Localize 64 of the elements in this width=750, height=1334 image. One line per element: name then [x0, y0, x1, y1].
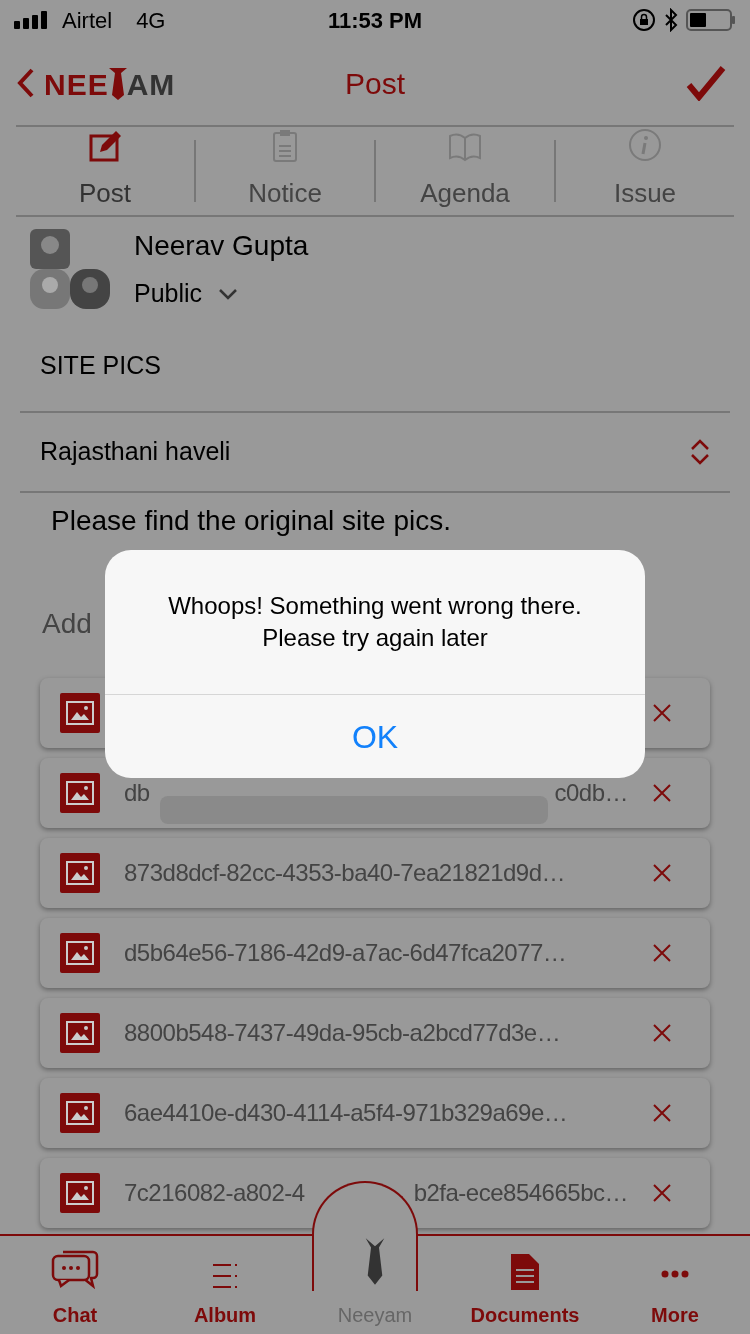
screen-title: Post: [345, 65, 405, 101]
alert-message: Whoops! Something went wrong there. Please try again later: [168, 591, 582, 653]
author-name: Neerav Gupta: [134, 229, 309, 264]
tie-icon: [108, 65, 127, 100]
image-icon: [60, 1173, 100, 1214]
file-name: 8800b548-7437-49da-95cb-a2bcd77d3e…: [124, 1021, 561, 1046]
bluetooth-icon: [664, 8, 678, 32]
tab[interactable]: Issue: [556, 127, 734, 215]
edit-icon: [88, 128, 122, 164]
ok-button[interactable]: OK: [105, 694, 645, 778]
attachment-row[interactable]: d5b64e56-7186-42d9-a7ac-6d47fca2077…: [40, 918, 710, 989]
document-icon: [511, 1254, 539, 1290]
image-icon: [60, 933, 100, 974]
logo-text: AM: [126, 69, 176, 100]
remove-icon[interactable]: [652, 1023, 672, 1044]
image-icon: [60, 853, 100, 894]
attachment-row[interactable]: 8800b548-7437-49da-95cb-a2bcd77d3e…: [40, 998, 710, 1069]
remove-icon[interactable]: [652, 703, 672, 724]
image-icon: [60, 773, 100, 814]
more-icon: [661, 1270, 689, 1278]
network-type: 4G: [136, 6, 166, 35]
file-name: db: [124, 781, 150, 806]
remove-icon[interactable]: [652, 1103, 672, 1124]
logo-text: NEE: [44, 69, 109, 100]
tab-bar-item[interactable]: Chat: [0, 1236, 150, 1334]
back-icon[interactable]: [16, 66, 36, 99]
chat-icon: [51, 1250, 99, 1290]
tab[interactable]: Post: [16, 127, 194, 215]
remove-icon[interactable]: [652, 863, 672, 884]
remove-icon[interactable]: [652, 1183, 672, 1204]
attachment-row[interactable]: 6ae4410e-d430-4114-a5f4-971b329a69e…: [40, 1078, 710, 1149]
sort-chevrons-icon[interactable]: [690, 437, 710, 467]
remove-icon[interactable]: [652, 783, 672, 804]
info-icon: [628, 128, 662, 164]
message-text: Please find the original site pics.: [50, 504, 452, 538]
file-name: 7c216082-a802-4: [124, 1181, 305, 1206]
image-icon: [60, 1013, 100, 1054]
attachment-row[interactable]: 873d8dcf-82cc-4353-ba40-7ea21821d9d…: [40, 838, 710, 909]
remove-icon[interactable]: [652, 943, 672, 964]
battery-icon: [686, 8, 736, 32]
avatar-icon: [30, 229, 110, 309]
tab-bar-item[interactable]: More: [600, 1236, 750, 1334]
rotation-lock-icon: [632, 8, 656, 32]
image-icon: [60, 693, 100, 734]
album-title-field[interactable]: SITE PICS: [40, 347, 161, 385]
tab[interactable]: Agenda: [376, 127, 554, 215]
chevron-down-icon: [218, 288, 239, 300]
tab[interactable]: Notice: [196, 127, 374, 215]
file-name: 6ae4410e-d430-4114-a5f4-971b329a69e…: [124, 1101, 568, 1126]
tab-bar-item[interactable]: Album: [150, 1236, 300, 1334]
section-label: Add: [42, 608, 92, 640]
checkmark-icon[interactable]: [686, 64, 726, 101]
image-icon: [60, 1093, 100, 1134]
file-name: d5b64e56-7186-42d9-a7ac-6d47fca2077…: [124, 941, 567, 966]
tab-bar-item[interactable]: Documents: [450, 1236, 600, 1334]
attachment-row[interactable]: 7c216082-a802-4 b2fa-ece854665bc…: [40, 1158, 710, 1229]
file-name: b2fa-ece854665bc…: [413, 1181, 628, 1206]
list-icon: [212, 1262, 238, 1290]
audience-dropdown[interactable]: Public: [134, 275, 309, 313]
file-name: c0db…: [554, 781, 628, 806]
status-time: 11:53 PM: [327, 6, 423, 35]
location-field[interactable]: Rajasthani haveli: [40, 433, 231, 471]
file-name: 873d8dcf-82cc-4353-ba40-7ea21821d9d…: [124, 861, 566, 886]
carrier-name: Airtel: [62, 6, 113, 35]
